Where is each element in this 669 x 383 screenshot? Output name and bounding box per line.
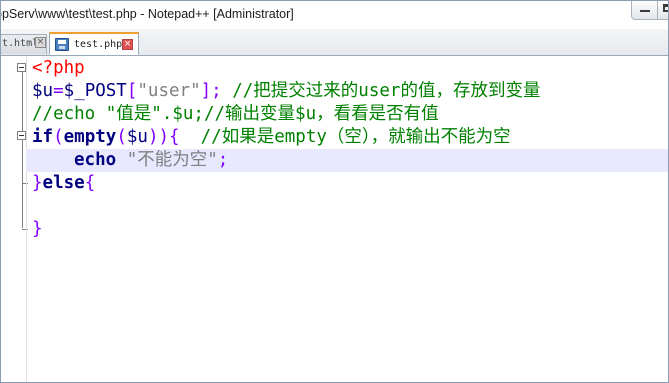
margin-divider [26,56,27,382]
code-keyword: else [42,173,85,193]
fold-guide [22,140,23,228]
fold-collapse-icon[interactable] [17,131,26,140]
code-token: } [32,173,43,193]
minimize-button[interactable] [631,1,659,20]
code-function: empty [63,127,117,147]
tab-label: t.html [2,38,39,49]
close-icon[interactable]: × [35,37,46,48]
close-icon[interactable]: × [122,39,133,50]
fold-collapse-icon[interactable] [17,63,26,72]
fold-end-marker [22,229,28,230]
code-token: ]; [200,81,222,101]
maximize-icon [663,4,668,12]
code-token: )) [147,127,170,147]
current-code-line: echo "不能为空"; [26,149,668,172]
code-line: //echo "值是".$u;//输出变量$u，看看是否有值 [32,103,668,126]
code-token: "user" [137,81,201,101]
tab-test-php[interactable]: test.php × [49,32,139,55]
php-open-tag: <?php [32,58,85,78]
save-icon [55,38,69,51]
notepad-window: ppServ\www\test\test.php - Notepad++ [Ad… [0,0,669,383]
fold-margin [1,56,28,382]
code-comment: //把提交过来的user的值，存放到变量 [221,81,541,101]
code-line: if(empty($u)){ //如果是empty（空），就输出不能为空 [32,126,668,149]
code-token: $u [32,81,54,101]
code-token: ( [53,127,64,147]
title-bar[interactable]: ppServ\www\test\test.php - Notepad++ [Ad… [1,1,668,29]
code-keyword: echo [74,150,117,170]
window-title: ppServ\www\test\test.php - Notepad++ [Ad… [0,7,294,21]
tab-label: test.php [74,39,123,50]
code-token: ( [116,127,127,147]
code-token: ; [217,150,229,170]
code-token: { [169,127,180,147]
minimize-icon [640,10,650,12]
code-comment: //echo "值是".$u;//输出变量$u，看看是否有值 [32,104,439,124]
code-line: <?php [32,57,668,80]
code-token: $u [126,127,148,147]
code-token: { [84,173,96,193]
code-keyword: if [32,127,54,147]
code-token: [ [126,81,138,101]
code-line: }else{ [32,172,668,195]
code-token: = [53,81,64,101]
tab-html-file[interactable]: t.html × [1,34,47,54]
maximize-button[interactable] [657,1,668,20]
code-comment: //如果是empty（空），就输出不能为空 [179,127,511,147]
code-token: } [32,219,43,239]
code-editor[interactable]: <?php $u=$_POST["user"]; //把提交过来的user的值，… [1,56,668,382]
code-string: "不能为空" [126,150,218,170]
code-line: $u=$_POST["user"]; //把提交过来的user的值，存放到变量 [32,80,668,103]
fold-guide [22,72,23,132]
code-token: $_POST [63,81,127,101]
fold-end-marker [22,183,28,184]
code-line: } [32,218,668,241]
tab-bar: t.html × test.php × [1,29,668,56]
